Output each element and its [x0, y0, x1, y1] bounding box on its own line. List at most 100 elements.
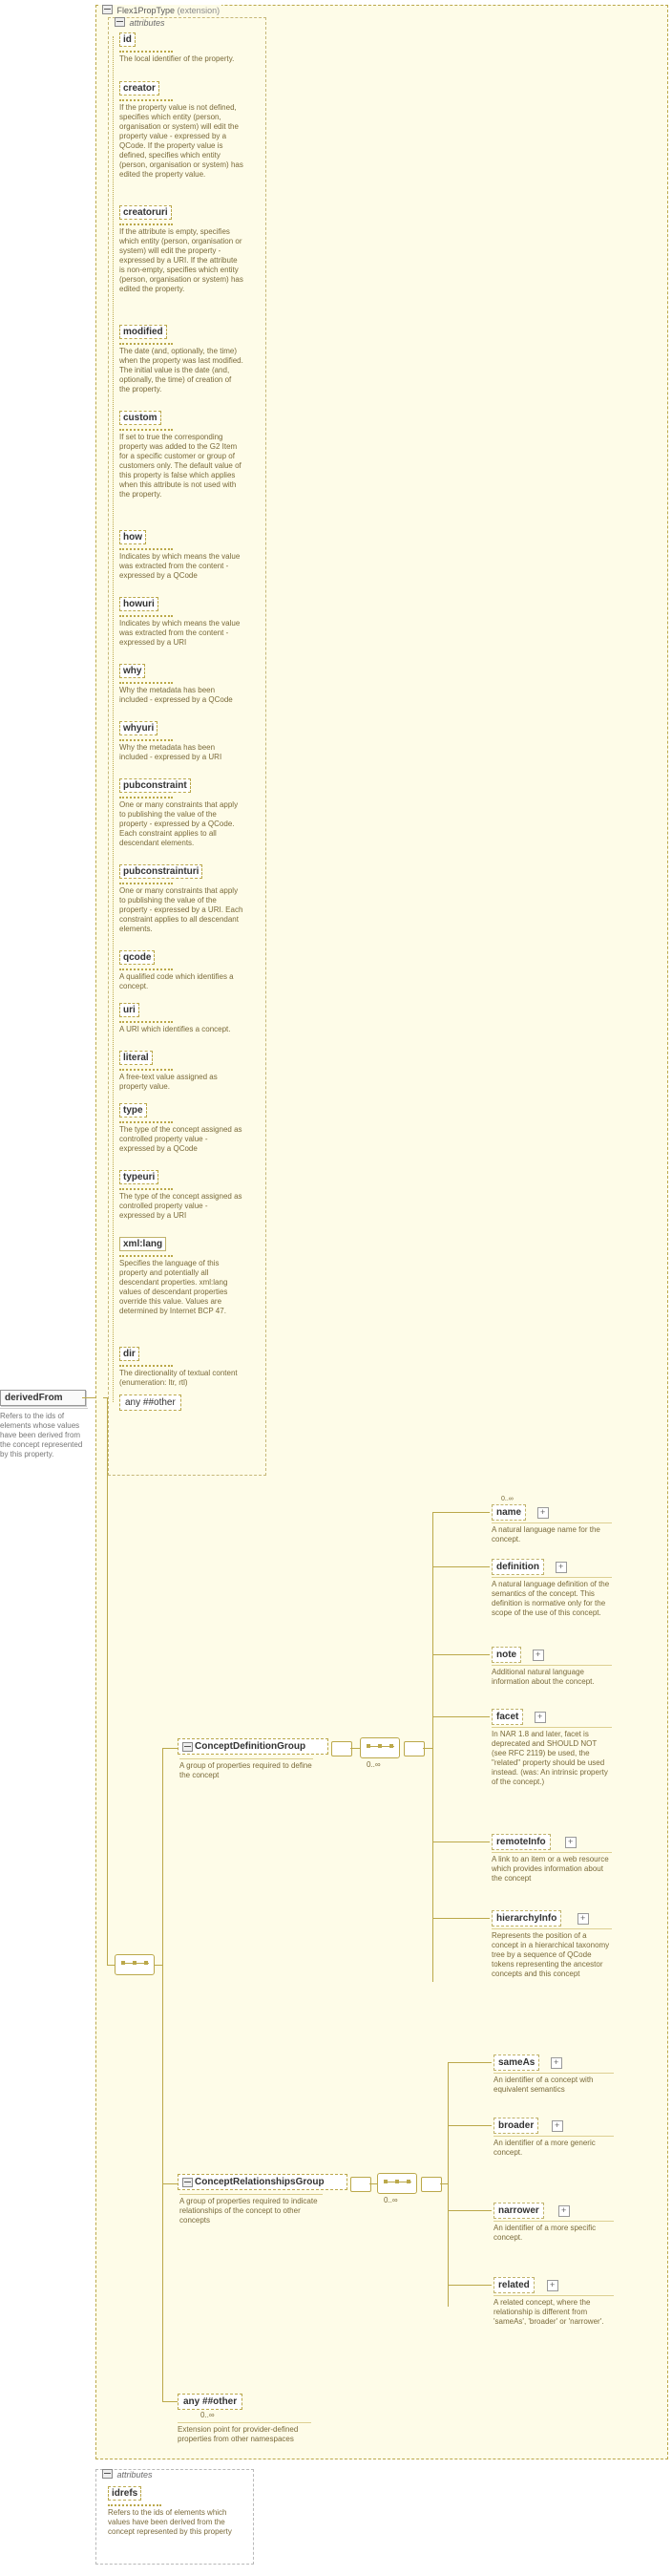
group-concept-relationships[interactable]: ConceptRelationshipsGroup [178, 2174, 347, 2190]
attr-name[interactable]: literal [119, 1051, 153, 1065]
element-hierarchyInfo[interactable]: hierarchyInfo [492, 1910, 561, 1927]
attr-name[interactable]: idrefs [108, 2486, 141, 2501]
attr-name[interactable]: creator [119, 81, 159, 96]
attr-xml-lang: xml:lang Specifies the language of this … [119, 1237, 243, 1316]
element-definition[interactable]: definition [492, 1559, 544, 1575]
attr-name[interactable]: dir [119, 1347, 139, 1361]
connector-line [162, 2401, 178, 2402]
connector-line [448, 2062, 449, 2307]
attr-id: id The local identifier of the property. [119, 32, 234, 64]
attr-creatoruri: creatoruri If the attribute is empty, sp… [119, 205, 243, 294]
connector-line [432, 1566, 490, 1567]
expand-icon[interactable] [551, 2057, 562, 2069]
attr-desc: If the property value is not defined, sp… [119, 103, 243, 180]
sequence-connector[interactable] [115, 1954, 155, 1975]
expand-icon[interactable] [565, 1837, 577, 1848]
expand-icon[interactable] [556, 1562, 567, 1573]
collapse-icon[interactable] [102, 2469, 113, 2479]
connector-line [440, 2183, 448, 2184]
root-desc: Refers to the ids of elements whose valu… [0, 1408, 88, 1459]
attr-desc: The local identifier of the property. [119, 54, 234, 64]
group-concept-definition[interactable]: ConceptDefinitionGroup [178, 1738, 328, 1755]
attr-name[interactable]: qcode [119, 950, 155, 965]
attr-name[interactable]: howuri [119, 597, 158, 611]
collapse-icon[interactable] [115, 17, 125, 27]
attr-qcode: qcode A qualified code which identifies … [119, 950, 243, 991]
attr-desc: One or many constraints that apply to pu… [119, 800, 243, 848]
element-facet[interactable]: facet [492, 1709, 523, 1725]
side-connector [331, 1741, 352, 1756]
group-desc: A group of properties required to define… [179, 1758, 313, 1780]
attr-name[interactable]: typeuri [119, 1170, 158, 1184]
collapse-icon[interactable] [182, 1742, 193, 1752]
el-desc: A related concept, where the relationshi… [494, 2295, 614, 2327]
element-sameAs[interactable]: sameAs [494, 2054, 539, 2071]
el-desc: A natural language name for the concept. [492, 1522, 612, 1544]
attr-literal: literal A free-text value assigned as pr… [119, 1051, 243, 1092]
connector-line [107, 1965, 115, 1966]
el-desc: A link to an item or a web resource whic… [492, 1852, 612, 1884]
attr-name[interactable]: pubconstraint [119, 778, 191, 793]
attr-custom: custom If set to true the corresponding … [119, 411, 243, 500]
occurrence: 0..∞ [367, 1760, 381, 1769]
element-broader[interactable]: broader [494, 2118, 538, 2134]
attr-desc: If the attribute is empty, specifies whi… [119, 227, 243, 294]
attr-desc: The type of the concept assigned as cont… [119, 1125, 243, 1154]
expand-icon[interactable] [547, 2280, 558, 2291]
any-attribute[interactable]: any ##other [119, 1394, 181, 1411]
connector-line [82, 1397, 95, 1398]
attr-desc: A qualified code which identifies a conc… [119, 972, 243, 991]
expand-icon[interactable] [578, 1913, 589, 1925]
el-desc: An identifier of a more specific concept… [494, 2221, 614, 2243]
element-note[interactable]: note [492, 1647, 521, 1663]
any-desc: Extension point for provider-defined pro… [178, 2422, 311, 2444]
attr-desc: Refers to the ids of elements which valu… [108, 2508, 232, 2537]
attr-name[interactable]: how [119, 530, 146, 544]
connector-line [448, 2285, 492, 2286]
el-desc: Additional natural language information … [492, 1665, 612, 1687]
attr-name[interactable]: xml:lang [119, 1237, 166, 1251]
collapse-icon[interactable] [102, 5, 113, 14]
sequence-connector[interactable] [360, 1737, 400, 1758]
attr-name[interactable]: why [119, 664, 145, 678]
attr-name[interactable]: id [119, 32, 136, 47]
attr-dir: dir The directionality of textual conten… [119, 1347, 243, 1388]
el-desc: An identifier of a more generic concept. [494, 2136, 614, 2158]
any-element[interactable]: any ##other [178, 2394, 242, 2410]
group-label: ConceptRelationshipsGroup [195, 2177, 325, 2187]
panel-ext-kw: (extension) [178, 6, 220, 15]
element-remoteInfo[interactable]: remoteInfo [492, 1834, 551, 1850]
element-narrower[interactable]: narrower [494, 2203, 544, 2219]
attr-name[interactable]: type [119, 1103, 147, 1118]
element-related[interactable]: related [494, 2277, 535, 2293]
panel-label: Flex1PropType (extension) [100, 5, 221, 15]
element-name[interactable]: name [492, 1504, 526, 1521]
element-derivedFrom[interactable]: derivedFrom [0, 1390, 86, 1406]
connector-line [162, 1748, 163, 2401]
connector-line [107, 1397, 108, 1965]
expand-icon[interactable] [535, 1712, 546, 1723]
attr-pubconstraint: pubconstraint One or many constraints th… [119, 778, 243, 848]
connector-line [432, 1512, 433, 1982]
attr-desc: The type of the concept assigned as cont… [119, 1192, 243, 1221]
attr-name[interactable]: creatoruri [119, 205, 172, 220]
sequence-connector[interactable] [377, 2173, 417, 2194]
attr-typeuri: typeuri The type of the concept assigned… [119, 1170, 243, 1221]
attr-desc: A free-text value assigned as property v… [119, 1073, 243, 1092]
attr-name[interactable]: custom [119, 411, 161, 425]
expand-icon[interactable] [552, 2120, 563, 2132]
attr-why: why Why the metadata has been included -… [119, 664, 243, 705]
connector-line [432, 1654, 490, 1655]
attr-name[interactable]: whyuri [119, 721, 158, 735]
connector-line [162, 2183, 178, 2184]
expand-icon[interactable] [558, 2205, 570, 2217]
connector-line [448, 2125, 492, 2126]
attr-name[interactable]: uri [119, 1003, 139, 1017]
attr-name[interactable]: pubconstrainturi [119, 864, 202, 879]
occurrence: 0..∞ [200, 2411, 215, 2419]
expand-icon[interactable] [533, 1650, 544, 1661]
attr-name[interactable]: modified [119, 325, 167, 339]
collapse-icon[interactable] [182, 2178, 193, 2187]
expand-icon[interactable] [537, 1507, 549, 1519]
attr-modified: modified The date (and, optionally, the … [119, 325, 243, 394]
